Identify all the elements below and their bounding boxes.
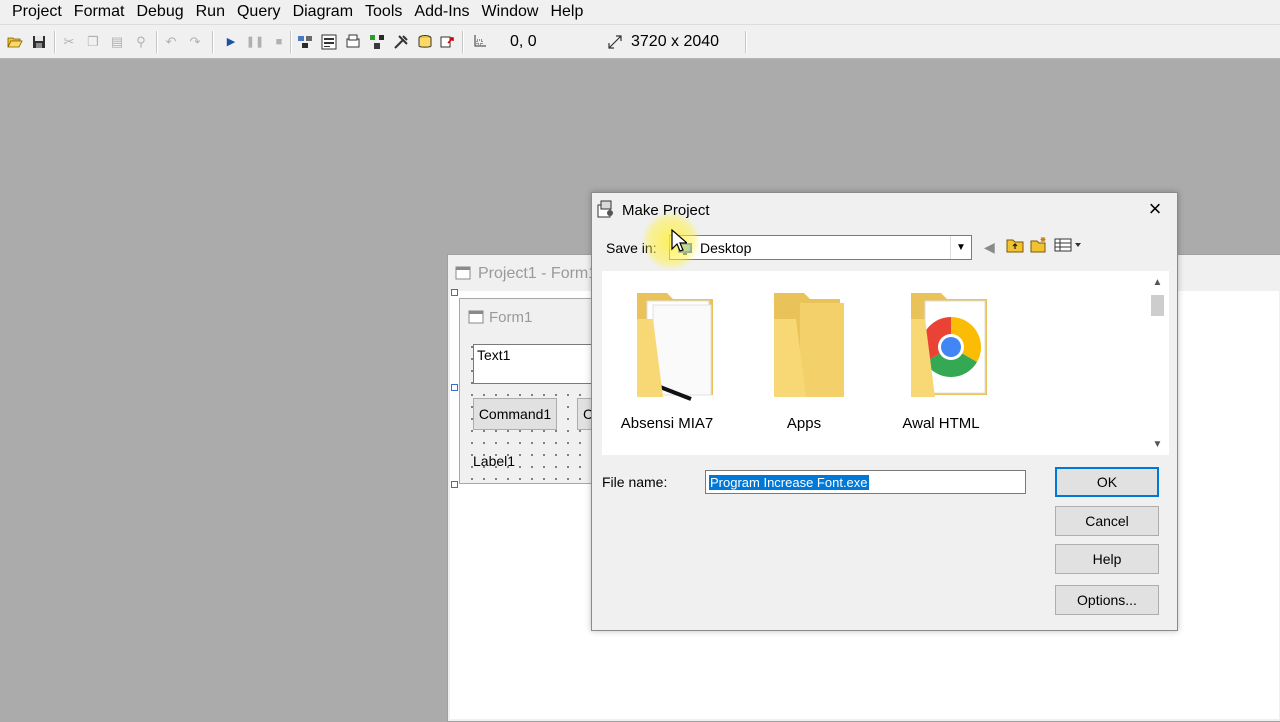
mouse-cursor-icon bbox=[671, 228, 689, 256]
folder-label: Absensi MIA7 bbox=[620, 415, 714, 432]
cancel-button[interactable]: Cancel bbox=[1055, 506, 1159, 536]
menu-add-ins[interactable]: Add-Ins bbox=[408, 0, 475, 24]
position-readout: 0, 0 bbox=[510, 33, 537, 50]
menu-format[interactable]: Format bbox=[68, 0, 131, 24]
list-item-folder-absensi[interactable]: Absensi MIA7 bbox=[607, 289, 727, 432]
object-browser-icon[interactable] bbox=[368, 33, 386, 51]
redo-icon[interactable]: ↷ bbox=[186, 33, 204, 51]
folder-label: Awal HTML bbox=[902, 415, 980, 432]
form-icon bbox=[468, 310, 484, 327]
save-icon[interactable] bbox=[30, 33, 48, 51]
ok-button[interactable]: OK bbox=[1055, 467, 1159, 497]
resize-handle[interactable] bbox=[451, 384, 458, 391]
file-name-value: Program Increase Font.exe bbox=[709, 475, 869, 490]
make-project-icon bbox=[596, 199, 616, 222]
copy-icon[interactable]: ❐ bbox=[84, 33, 102, 51]
list-item-folder-apps[interactable]: Apps bbox=[744, 289, 864, 432]
project-explorer-icon[interactable] bbox=[296, 33, 314, 51]
scroll-down-icon[interactable]: ▼ bbox=[1146, 435, 1169, 453]
project-window-title: Project1 - Form1 bbox=[478, 265, 598, 282]
find-icon[interactable]: ⚲ bbox=[132, 33, 150, 51]
size-icon bbox=[606, 33, 624, 51]
help-button[interactable]: Help bbox=[1055, 544, 1159, 574]
form-title: Form1 bbox=[489, 309, 533, 326]
form-layout-icon[interactable] bbox=[344, 33, 362, 51]
menu-debug[interactable]: Debug bbox=[130, 0, 189, 24]
scroll-up-icon[interactable]: ▲ bbox=[1146, 273, 1169, 291]
save-in-value: Desktop bbox=[700, 240, 752, 256]
window-icon bbox=[455, 266, 471, 283]
position-icon bbox=[470, 33, 488, 51]
menu-project[interactable]: Project bbox=[0, 0, 68, 24]
list-item-folder-awal-html[interactable]: Awal HTML bbox=[881, 289, 1001, 432]
resize-handle[interactable] bbox=[451, 289, 458, 296]
properties-window-icon[interactable] bbox=[320, 33, 338, 51]
menu-help[interactable]: Help bbox=[544, 0, 589, 24]
chevron-down-icon[interactable]: ▼ bbox=[950, 236, 971, 259]
file-list[interactable]: Absensi MIA7 Apps Awal HTML bbox=[602, 271, 1169, 455]
menu-run[interactable]: Run bbox=[190, 0, 231, 24]
options-button[interactable]: Options... bbox=[1055, 585, 1159, 615]
scroll-thumb[interactable] bbox=[1151, 295, 1164, 316]
close-icon[interactable]: × bbox=[1144, 198, 1166, 221]
label-control[interactable]: Label1 bbox=[473, 453, 515, 469]
up-folder-icon[interactable] bbox=[1006, 237, 1024, 256]
open-project-icon[interactable] bbox=[6, 33, 24, 51]
chrome-folder-icon bbox=[907, 289, 991, 404]
folder-label: Apps bbox=[786, 415, 822, 432]
command-button-control[interactable]: Command1 bbox=[473, 398, 557, 430]
folder-icon bbox=[770, 289, 854, 404]
component-manager-icon[interactable] bbox=[438, 33, 456, 51]
menu-tools[interactable]: Tools bbox=[359, 0, 408, 24]
menu-bar: Project Format Debug Run Query Diagram T… bbox=[0, 0, 1280, 25]
undo-icon[interactable]: ↶ bbox=[162, 33, 180, 51]
menu-query[interactable]: Query bbox=[231, 0, 287, 24]
resize-handle[interactable] bbox=[451, 481, 458, 488]
paste-icon[interactable]: ▤ bbox=[108, 33, 126, 51]
folder-icon bbox=[633, 289, 717, 404]
start-icon[interactable]: ▶ bbox=[222, 33, 240, 51]
save-in-dropdown[interactable]: Desktop ▼ bbox=[669, 235, 972, 260]
toolbar: ✂ ❐ ▤ ⚲ ↶ ↷ ▶ ❚❚ ■ 0, 0 3720 x 2040 bbox=[0, 25, 1280, 59]
file-name-label: File name: bbox=[602, 474, 668, 490]
back-arrow-icon[interactable]: ◀ bbox=[984, 239, 995, 256]
cut-icon[interactable]: ✂ bbox=[60, 33, 78, 51]
data-view-icon[interactable] bbox=[416, 33, 434, 51]
toolbox-icon[interactable] bbox=[392, 33, 410, 51]
menu-window[interactable]: Window bbox=[476, 0, 545, 24]
size-readout: 3720 x 2040 bbox=[631, 33, 720, 50]
stop-icon[interactable]: ■ bbox=[270, 33, 288, 51]
new-folder-icon[interactable] bbox=[1030, 236, 1048, 256]
vertical-scrollbar[interactable]: ▲ ▼ bbox=[1146, 271, 1169, 455]
pause-icon[interactable]: ❚❚ bbox=[246, 33, 264, 51]
view-menu-icon[interactable] bbox=[1054, 238, 1084, 255]
menu-diagram[interactable]: Diagram bbox=[287, 0, 359, 24]
file-name-input[interactable]: Program Increase Font.exe bbox=[705, 470, 1026, 494]
